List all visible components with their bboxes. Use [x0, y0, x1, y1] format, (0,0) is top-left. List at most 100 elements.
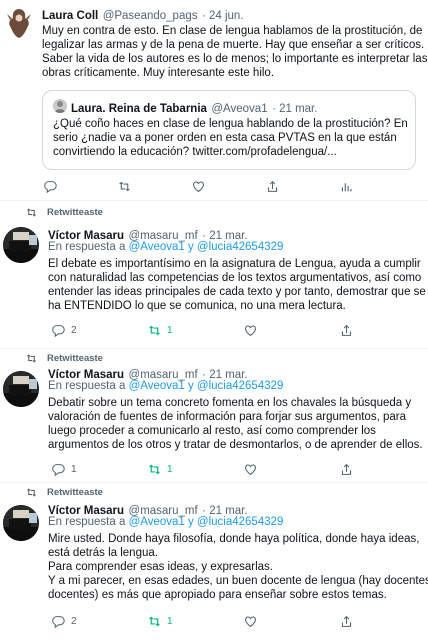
reply-count: 2: [71, 616, 77, 627]
tweet-actions: 1 1: [52, 463, 422, 477]
reply-prefix: En respuesta a: [48, 516, 129, 528]
quoted-date: · 21 mar.: [272, 103, 318, 115]
tweet-text-line: está detrás la lengua.: [48, 547, 158, 559]
reply-icon: [44, 181, 57, 193]
retweet-icon: [27, 488, 36, 497]
tweet-text-line: con naturalidad las competencias de los …: [48, 272, 422, 284]
heart-icon: [193, 181, 204, 193]
quoted-tweet[interactable]: Laura. Reina de Tabarnia @Aveova1 · 21 m…: [42, 90, 416, 170]
reply-mentions-link[interactable]: @Aveova1 y @lucia42654329: [129, 380, 284, 392]
share-button[interactable]: [340, 615, 353, 628]
tweet-date[interactable]: · 24 jun.: [202, 10, 244, 22]
analytics-button[interactable]: [340, 180, 353, 193]
tweet-text: Debatir sobre un tema concreto fomenta e…: [48, 396, 424, 452]
like-button[interactable]: [244, 324, 257, 337]
reply-mentions-link[interactable]: @Aveova1 y @lucia42654329: [129, 516, 284, 528]
reply-button[interactable]: 2: [52, 615, 77, 628]
avatar[interactable]: [3, 505, 39, 541]
retweet-icon: [149, 464, 160, 475]
quoted-text-line: serio ¿nadie va a poner orden en esta ca…: [53, 132, 397, 144]
tweet-text-line: Saber la vida de los autores es lo de me…: [42, 53, 428, 65]
tweet-text-line: Mire usted. Donde haya filosofía, donde …: [48, 533, 420, 545]
reply-count: 2: [71, 325, 77, 336]
retweet-indicator: Retwitteaste: [26, 207, 103, 218]
reply-button[interactable]: 2: [52, 324, 77, 337]
reply-context: En respuesta a @Aveova1 y @lucia42654329: [48, 516, 283, 528]
retweet-indicator: Retwitteaste: [26, 487, 103, 498]
tweet-text-line: valoración de fuentes de información par…: [48, 411, 406, 423]
tweet-laura-coll[interactable]: Laura Coll @Paseando_pags · 24 jun. Muy …: [0, 0, 428, 200]
tweet-text-line: legalizar las armas y de la pena de muer…: [42, 39, 425, 51]
retweet-indicator: Retwitteaste: [26, 353, 103, 364]
quoted-author: Laura. Reina de Tabarnia: [71, 103, 207, 115]
like-button[interactable]: [244, 463, 257, 476]
quoted-avatar: [53, 99, 67, 113]
reply-context: En respuesta a @Aveova1 y @lucia42654329: [48, 241, 283, 253]
tweet-text-line: Para comprender esas ideas, y expresarla…: [48, 561, 273, 573]
tweet-text-line: Muy en contra de esto. En clase de lengu…: [42, 25, 423, 37]
heart-icon: [245, 325, 256, 337]
author-handle[interactable]: @Paseando_pags: [103, 10, 198, 22]
tweet-text-line: obras críticamente. Muy interesante este…: [42, 67, 275, 79]
tweet-text-line: luego proceder a comunicarlo al resto, a…: [48, 425, 376, 437]
retweet-button[interactable]: 1: [148, 324, 173, 337]
avatar[interactable]: [6, 6, 32, 40]
retweet-label: Retwitteaste: [47, 487, 103, 498]
tweet-victor-masaru[interactable]: Retwitteaste Víctor Masaru @masaru_mf · …: [0, 349, 428, 482]
heart-icon: [245, 616, 256, 628]
reply-prefix: En respuesta a: [48, 380, 129, 392]
reply-mentions-link[interactable]: @Aveova1 y @lucia42654329: [129, 241, 284, 253]
tweet-actions: 2 1: [52, 324, 422, 338]
retweet-button[interactable]: [118, 180, 131, 193]
reply-button[interactable]: 1: [52, 463, 77, 476]
tweet-text: Muy en contra de esto. En clase de lengu…: [42, 24, 428, 80]
tweet-actions: 2 1: [52, 615, 422, 629]
quoted-handle: @Aveova1: [211, 103, 268, 115]
retweet-count: 1: [167, 325, 173, 336]
retweet-count: 1: [167, 616, 173, 627]
like-button[interactable]: [244, 615, 257, 628]
tweet-text-line: Y a mi parecer, en esas edades, un buen …: [48, 575, 428, 587]
heart-icon: [245, 464, 256, 476]
share-icon: [267, 180, 278, 192]
retweet-icon: [27, 354, 36, 363]
reply-prefix: En respuesta a: [48, 241, 129, 253]
quoted-text: ¿Qué coño haces en clase de lengua habla…: [53, 117, 408, 159]
retweet-icon: [27, 208, 36, 217]
retweet-icon: [119, 181, 130, 192]
share-button[interactable]: [266, 180, 279, 193]
avatar[interactable]: [3, 227, 39, 263]
reply-icon: [52, 616, 65, 628]
tweet-text-line: argumentos de los otros y tratar de desm…: [48, 439, 423, 451]
share-button[interactable]: [340, 324, 353, 337]
reply-icon: [52, 325, 65, 337]
like-button[interactable]: [192, 180, 205, 193]
quoted-text-line: ¿Qué coño haces en clase de lengua habla…: [53, 118, 408, 130]
retweet-button[interactable]: 1: [148, 615, 173, 628]
retweet-label: Retwitteaste: [47, 353, 103, 364]
retweet-icon: [149, 616, 160, 627]
retweet-button[interactable]: 1: [148, 463, 173, 476]
author-name[interactable]: Laura Coll: [42, 10, 98, 22]
share-button[interactable]: [340, 463, 353, 476]
share-icon: [341, 463, 352, 475]
reply-button[interactable]: [44, 180, 57, 193]
analytics-icon: [341, 183, 352, 192]
tweet-text-line: El debate es importantísimo en la asigna…: [48, 258, 421, 270]
tweet-text: Mire usted. Donde haya filosofía, donde …: [48, 532, 428, 602]
tweet-victor-masaru[interactable]: Retwitteaste Víctor Masaru @masaru_mf · …: [0, 483, 428, 640]
tweet-text: El debate es importantísimo en la asigna…: [48, 257, 426, 313]
reply-count: 1: [71, 464, 77, 475]
tweet-text-line: Debatir sobre un tema concreto fomenta e…: [48, 397, 412, 409]
tweet-text-line: docentes) es más que apropiado para ense…: [48, 589, 387, 601]
reply-icon: [52, 464, 65, 476]
quoted-text-line: convirtiendo la educación? twitter.com/p…: [53, 146, 337, 158]
share-icon: [341, 324, 352, 336]
retweet-icon: [149, 325, 160, 336]
retweet-label: Retwitteaste: [47, 207, 103, 218]
tweet-actions: [42, 180, 422, 194]
avatar[interactable]: [3, 371, 39, 407]
tweet-text-line: entender las ideas principales de cada t…: [48, 286, 426, 298]
retweet-count: 1: [167, 464, 173, 475]
tweet-victor-masaru[interactable]: Retwitteaste Víctor Masaru @masaru_mf · …: [0, 201, 428, 348]
